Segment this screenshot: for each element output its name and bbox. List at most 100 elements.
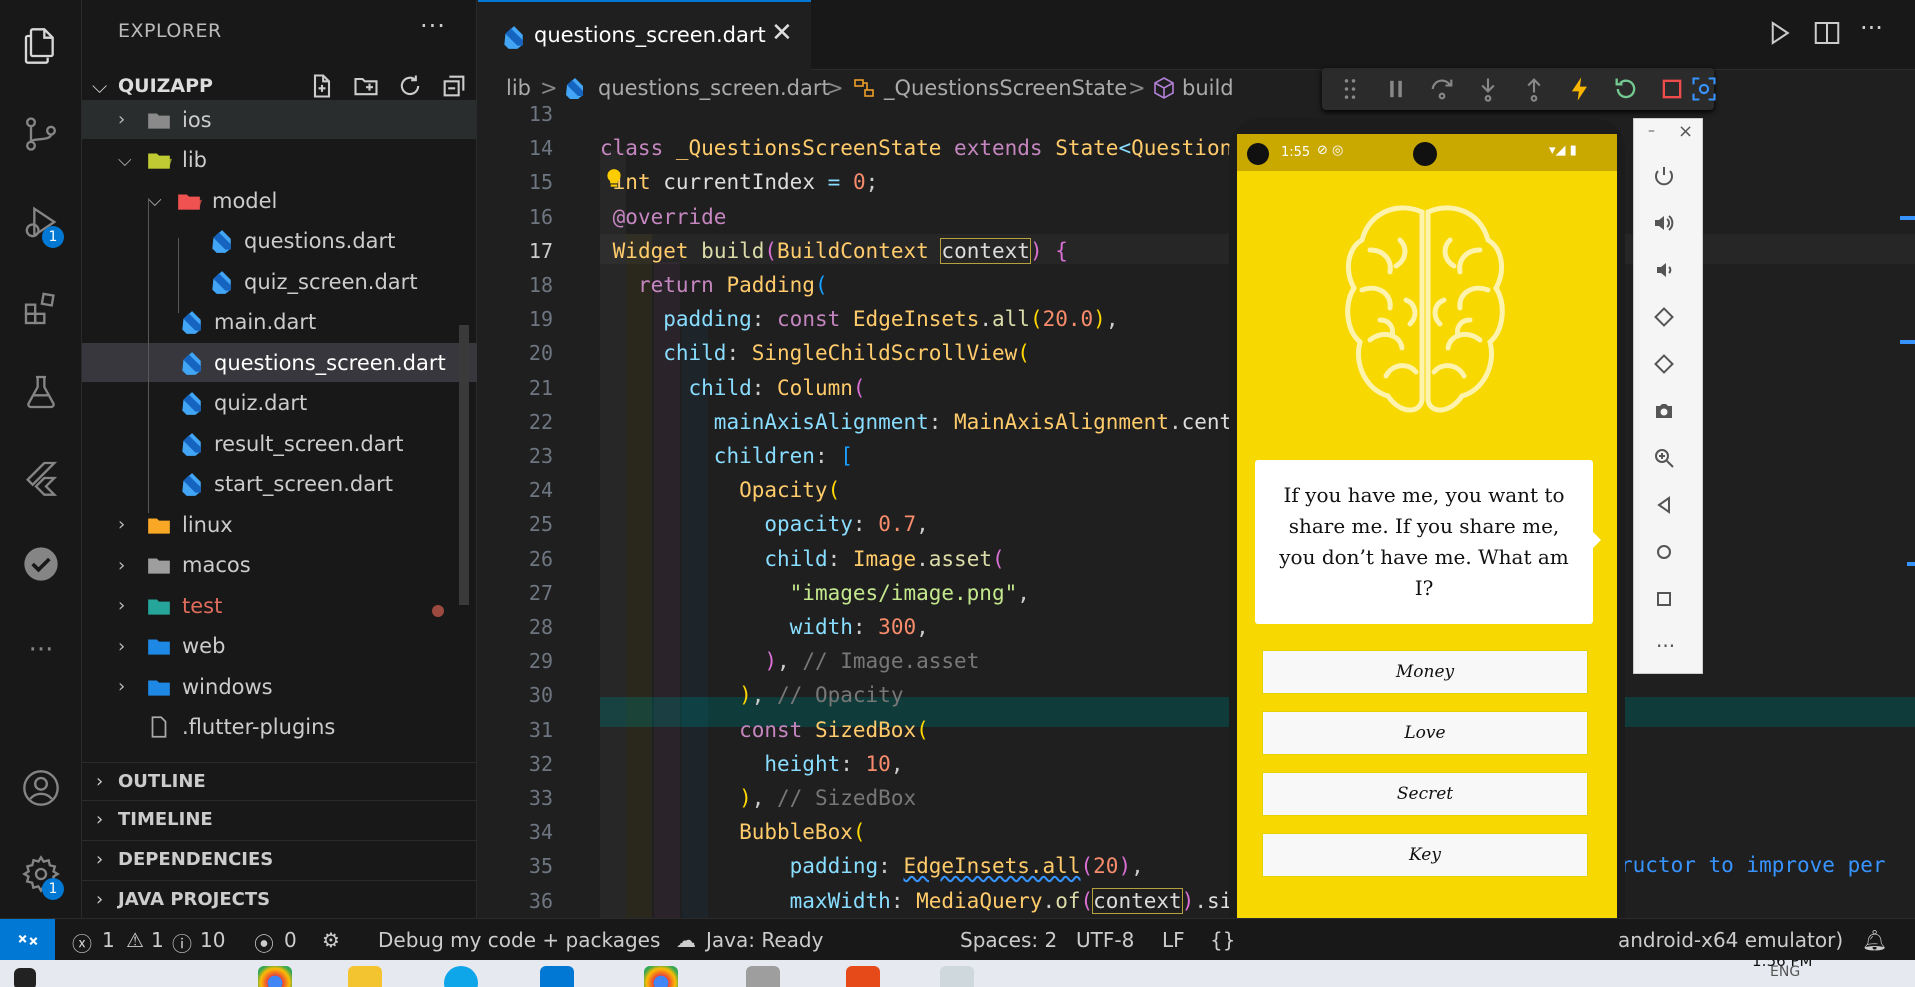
breadcrumb-class[interactable]: _QuestionsScreenState xyxy=(884,76,1127,100)
vscode-taskbar-icon[interactable] xyxy=(540,966,574,987)
pause-icon[interactable] xyxy=(1382,75,1410,103)
stop-icon[interactable] xyxy=(1658,75,1686,103)
answer-button-key[interactable]: Key xyxy=(1262,833,1588,877)
drag-handle-icon[interactable] xyxy=(1336,75,1364,103)
file-explorer-icon[interactable] xyxy=(348,966,382,987)
taskbar-clock[interactable]: 1:56 PM xyxy=(1752,960,1812,970)
account-icon[interactable] xyxy=(0,758,82,818)
warnings-count[interactable]: 1 xyxy=(151,928,164,952)
check-icon[interactable] xyxy=(0,534,82,594)
answer-button-secret[interactable]: Secret xyxy=(1262,772,1588,816)
volume-down-icon[interactable] xyxy=(1652,258,1684,290)
windows-start-icon[interactable] xyxy=(14,968,36,987)
tree-item-start-screen-dart[interactable]: start_screen.dart xyxy=(82,465,477,504)
zoom-icon[interactable] xyxy=(1652,446,1684,478)
refresh-icon[interactable] xyxy=(396,72,424,100)
info-icon[interactable]: ⓘ xyxy=(172,928,192,957)
step-over-icon[interactable] xyxy=(1428,75,1456,103)
editor-more-icon[interactable]: ··· xyxy=(1860,14,1883,42)
source-control-icon[interactable] xyxy=(0,104,82,164)
sidebar-scrollbar[interactable] xyxy=(459,325,469,605)
tree-item-main-dart[interactable]: main.dart xyxy=(82,303,477,342)
tree-item-result-screen-dart[interactable]: result_screen.dart xyxy=(82,424,477,463)
breadcrumb-method[interactable]: build xyxy=(1182,76,1234,100)
tree-item-test[interactable]: › test xyxy=(82,586,477,625)
tree-item-model[interactable]: ⌵ model xyxy=(82,181,477,220)
breadcrumb-file[interactable]: questions_screen.dart xyxy=(598,76,830,100)
hot-restart-icon[interactable] xyxy=(1612,75,1640,103)
tree-item-windows[interactable]: › windows xyxy=(82,667,477,706)
debug-config-icon[interactable]: ⚙ xyxy=(322,928,340,952)
emulator-more-icon[interactable]: ··· xyxy=(1652,634,1684,666)
notifications-bell-icon[interactable]: 🔔︎ xyxy=(1862,928,1887,952)
explorer-icon[interactable] xyxy=(0,16,82,76)
section-java-projects[interactable]: › JAVA PROJECTS xyxy=(82,880,477,918)
app-icon[interactable] xyxy=(846,966,880,987)
errors-icon[interactable]: ⓧ xyxy=(72,928,92,957)
lightbulb-icon[interactable] xyxy=(605,168,623,190)
tree-item--flutter-plugins[interactable]: .flutter-plugins xyxy=(82,708,477,747)
emulator-close-button[interactable]: × xyxy=(1678,121,1693,142)
home-icon[interactable] xyxy=(1652,540,1684,572)
answer-button-money[interactable]: Money xyxy=(1262,650,1588,694)
new-file-icon[interactable] xyxy=(308,72,336,100)
more-icon[interactable]: ··· xyxy=(0,620,82,680)
camera-icon[interactable] xyxy=(1652,399,1684,431)
tab-close-icon[interactable]: ✕ xyxy=(771,18,793,48)
rotate-left-icon[interactable] xyxy=(1652,305,1684,337)
section-dependencies[interactable]: › DEPENDENCIES xyxy=(82,840,477,878)
chrome-icon[interactable] xyxy=(644,966,678,987)
section-timeline[interactable]: › TIMELINE xyxy=(82,800,477,838)
java-status[interactable]: Java: Ready xyxy=(706,928,823,952)
explorer-more-button[interactable]: ··· xyxy=(420,12,446,40)
settings-gear-icon[interactable]: 1 xyxy=(0,844,82,904)
remote-indicator-icon[interactable] xyxy=(0,919,55,961)
hot-reload-icon[interactable] xyxy=(1566,75,1594,103)
ports-count[interactable]: 0 xyxy=(284,928,297,952)
breadcrumb-lib[interactable]: lib xyxy=(506,76,531,100)
indentation[interactable]: Spaces: 2 xyxy=(960,928,1057,952)
info-count[interactable]: 10 xyxy=(200,928,225,952)
testing-icon[interactable] xyxy=(0,362,82,422)
tree-item-quiz-screen-dart[interactable]: quiz_screen.dart xyxy=(82,262,477,301)
language-mode[interactable]: {} xyxy=(1210,928,1235,952)
device-selector[interactable]: android-x64 emulator) xyxy=(1618,928,1843,952)
chrome-icon[interactable] xyxy=(258,966,292,987)
power-icon[interactable] xyxy=(1652,164,1684,196)
errors-count[interactable]: 1 xyxy=(102,928,115,952)
run-debug-icon[interactable]: 1 xyxy=(0,192,82,252)
tree-item-ios[interactable]: › ios xyxy=(82,100,477,139)
debug-config[interactable]: Debug my code + packages xyxy=(378,928,660,952)
section-outline[interactable]: › OUTLINE xyxy=(82,762,477,800)
encoding[interactable]: UTF-8 xyxy=(1076,928,1134,952)
new-folder-icon[interactable] xyxy=(352,72,380,100)
step-into-icon[interactable] xyxy=(1474,75,1502,103)
app-icon[interactable] xyxy=(746,966,780,987)
step-out-icon[interactable] xyxy=(1520,75,1548,103)
phone-screen[interactable]: 1:55 ⊘ ◎ ▾◢ ▮ If you have me, you want t… xyxy=(1237,134,1617,957)
collapse-all-icon[interactable] xyxy=(440,72,468,100)
ports-icon[interactable]: ⦿ xyxy=(254,928,274,957)
tree-item-questions-dart[interactable]: questions.dart xyxy=(82,222,477,261)
edge-icon[interactable] xyxy=(444,966,478,987)
tree-item-questions-screen-dart[interactable]: questions_screen.dart xyxy=(82,343,477,382)
tree-item-web[interactable]: › web xyxy=(82,627,477,666)
tree-item-lib[interactable]: ⌵ lib xyxy=(82,141,477,180)
run-icon[interactable] xyxy=(1764,18,1794,52)
extensions-icon[interactable] xyxy=(0,278,82,338)
tree-item-quiz-dart[interactable]: quiz.dart xyxy=(82,384,477,423)
warnings-icon[interactable]: ⚠ xyxy=(126,928,144,952)
back-icon[interactable] xyxy=(1652,493,1684,525)
tab-questions-screen[interactable]: questions_screen.dart ✕ xyxy=(478,0,811,70)
inspect-widget-icon[interactable] xyxy=(1690,75,1718,103)
volume-up-icon[interactable] xyxy=(1652,211,1684,243)
line-ending[interactable]: LF xyxy=(1162,928,1185,952)
answer-button-love[interactable]: Love xyxy=(1262,711,1588,755)
tree-item-linux[interactable]: › linux xyxy=(82,505,477,544)
project-header[interactable]: ⌵ QUIZAPP xyxy=(82,68,477,104)
flutter-icon[interactable] xyxy=(0,448,82,508)
split-editor-icon[interactable] xyxy=(1812,18,1842,52)
overview-icon[interactable] xyxy=(1652,587,1684,619)
tree-item-macos[interactable]: › macos xyxy=(82,546,477,585)
app-icon[interactable] xyxy=(940,966,974,987)
